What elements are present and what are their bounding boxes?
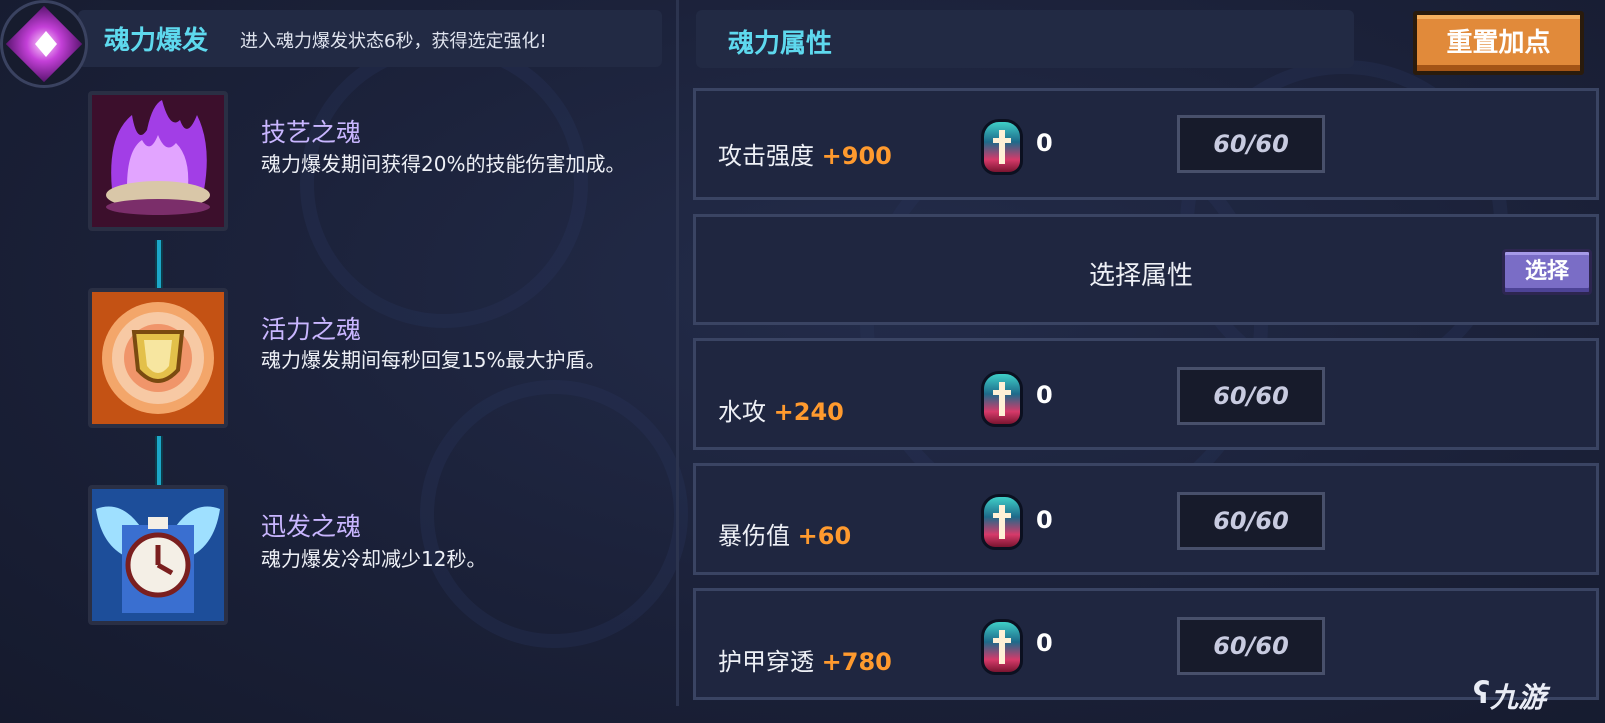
skill-description: 魂力爆发期间获得20%的技能伤害加成。 [261, 152, 626, 176]
select-attribute-button[interactable]: 选择 [1502, 249, 1592, 295]
skill-option-vitality-soul[interactable] [88, 288, 228, 428]
background-swirl [420, 380, 688, 648]
stat-row-armor-penetration: 护甲穿透 +780 0 60/60 [693, 588, 1599, 700]
stat-name: 护甲穿透 [718, 648, 814, 676]
stat-label: 护甲穿透 +780 [718, 642, 892, 677]
stat-progress: 60/60 [1177, 367, 1325, 425]
stat-count: 0 [1036, 381, 1053, 409]
stat-name: 水攻 [718, 398, 766, 426]
select-attribute-title: 选择属性 [1089, 261, 1194, 291]
watermark-text: 九游 [1490, 681, 1547, 714]
watermark-logo-icon: ʕ [1473, 676, 1491, 711]
stat-bonus: +240 [773, 398, 844, 426]
stat-label: 水攻 +240 [718, 392, 844, 427]
golden-shield-skill-icon [92, 292, 224, 424]
winged-clock-skill-icon [92, 489, 224, 621]
soul-attributes-title: 魂力属性 [728, 29, 833, 59]
stat-count: 0 [1036, 129, 1053, 157]
skill-option-craft-soul[interactable] [88, 91, 228, 231]
stat-label: 攻击强度 +900 [718, 136, 892, 171]
stat-row-crit-damage: 暴伤值 +60 0 60/60 [693, 463, 1599, 575]
stat-bonus: +900 [821, 142, 892, 170]
skill-name: 迅发之魂 [261, 512, 362, 541]
skill-name: 技艺之魂 [261, 118, 362, 147]
skill-name: 活力之魂 [261, 315, 362, 344]
soul-potion-icon [981, 619, 1023, 675]
stat-progress: 60/60 [1177, 617, 1325, 675]
select-attribute-row: 选择属性 选择 [693, 214, 1599, 325]
stat-count: 0 [1036, 506, 1053, 534]
skill-description: 魂力爆发冷却减少12秒。 [261, 547, 487, 571]
panel-divider [676, 0, 679, 706]
stat-label: 暴伤值 +60 [718, 516, 851, 551]
stat-name: 暴伤值 [718, 522, 790, 550]
skill-option-swift-soul[interactable] [88, 485, 228, 625]
stat-bonus: +60 [797, 522, 852, 550]
background-swirl [300, 40, 588, 328]
stat-name: 攻击强度 [718, 142, 814, 170]
stat-progress: 60/60 [1177, 492, 1325, 550]
reset-points-button[interactable]: 重置加点 [1413, 11, 1584, 75]
stat-row-attack: 攻击强度 +900 0 60/60 [693, 88, 1599, 200]
stat-row-water-attack: 水攻 +240 0 60/60 [693, 338, 1599, 450]
purple-flame-skill-icon [92, 95, 224, 227]
skill-description: 魂力爆发期间每秒回复15%最大护盾。 [261, 348, 606, 372]
soul-burst-description: 进入魂力爆发状态6秒，获得选定强化! [240, 31, 547, 52]
soul-burst-title: 魂力爆发 [104, 26, 209, 56]
soul-potion-icon [981, 119, 1023, 175]
soul-burst-emblem-icon [0, 0, 88, 88]
stat-bonus: +780 [821, 648, 892, 676]
soul-potion-icon [981, 371, 1023, 427]
stat-progress: 60/60 [1177, 115, 1325, 173]
stat-count: 0 [1036, 629, 1053, 657]
soul-potion-icon [981, 494, 1023, 550]
